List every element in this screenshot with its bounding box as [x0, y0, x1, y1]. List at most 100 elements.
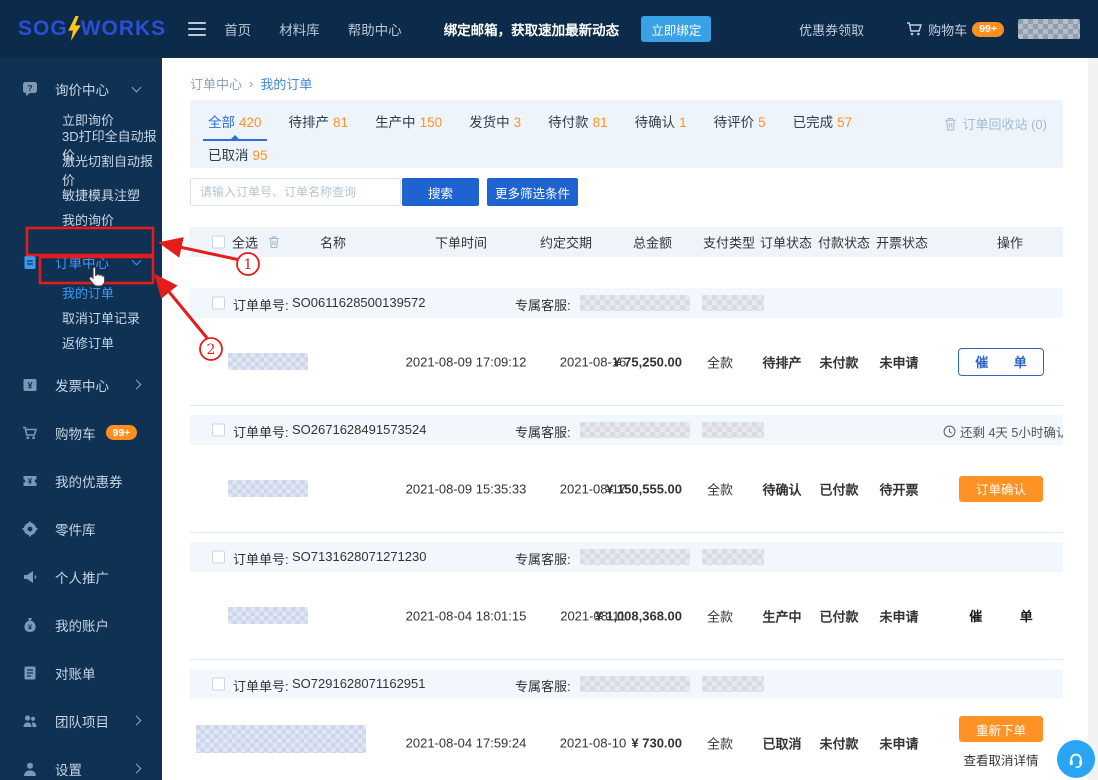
sidebar-item-我的优惠券[interactable]: ¥ 我的优惠券 [0, 462, 162, 499]
order-number: SO0611628500139572 [292, 295, 426, 310]
select-all-label[interactable]: 全选 [232, 233, 258, 252]
sidebar-item-团队项目[interactable]: 团队项目 [0, 702, 162, 739]
clipboard-icon [22, 254, 38, 270]
username-redacted[interactable] [1018, 19, 1080, 39]
order-status: 待排产 [748, 352, 816, 371]
col-order-time: 下单时间 [435, 233, 487, 252]
chevron-right-icon [132, 380, 142, 390]
sidebar-item-设置[interactable]: 设置 [0, 750, 162, 780]
select-all-checkbox[interactable] [212, 236, 225, 249]
nav-link-materials[interactable]: 材料库 [279, 19, 320, 39]
order-card: 订单单号:SO2671628491573524专属客服:还剩 4天 5小时确认订… [190, 415, 1063, 533]
tab-已取消[interactable]: 已取消95 [208, 144, 268, 177]
order-card-body: 2021-08-04 17:59:242021-08-10¥ 730.00全款已… [190, 699, 1063, 780]
order-checkbox[interactable] [212, 424, 225, 437]
confirm-order-button[interactable]: 订单确认 [959, 476, 1043, 502]
view-cancel-detail-link[interactable]: 查看取消详情 [963, 750, 1038, 769]
sidebar-item-订单中心[interactable]: 订单中心 [0, 243, 162, 280]
nav-link-home[interactable]: 首页 [224, 19, 251, 39]
tab-待排产[interactable]: 待排产81 [289, 111, 349, 144]
col-actions: 操作 [997, 233, 1023, 252]
order-amount: ¥ 730.00 [530, 735, 682, 750]
coupon-icon: ¥ [22, 473, 38, 489]
order-number: SO7131628071271230 [292, 549, 426, 564]
sidebar-item-我的订单[interactable]: 我的订单 [0, 280, 162, 305]
scrollbar-track[interactable] [1088, 58, 1098, 780]
sogaworks-logo[interactable]: SOG WORKS [18, 16, 166, 43]
search-button[interactable]: 搜索 [402, 178, 479, 206]
sidebar-item-返修订单[interactable]: 返修订单 [0, 330, 162, 355]
bulk-delete-trash-icon[interactable] [268, 236, 280, 249]
sidebar-item-敏捷模具注塑[interactable]: 敏捷模具注塑 [0, 182, 162, 207]
tab-生产中[interactable]: 生产中150 [375, 111, 442, 144]
tab-已完成[interactable]: 已完成57 [793, 111, 853, 144]
breadcrumb-parent[interactable]: 订单中心 [190, 74, 242, 93]
sidebar-item-label: 询价中心 [55, 79, 109, 99]
customer-service-redacted [580, 295, 690, 311]
trash-icon [944, 117, 957, 131]
tab-待确认[interactable]: 待确认1 [635, 111, 687, 144]
sidebar-item-我的账户[interactable]: ¥我的账户 [0, 606, 162, 643]
order-checkbox[interactable] [212, 297, 225, 310]
tab-发货中[interactable]: 发货中3 [469, 111, 521, 144]
nav-menu: 首页 材料库 帮助中心 [224, 19, 402, 39]
tab-待评价[interactable]: 待评价5 [714, 111, 766, 144]
tabs-row-2: 已取消95 [208, 144, 268, 177]
bind-now-button[interactable]: 立即绑定 [641, 16, 711, 42]
more-filters-button[interactable]: 更多筛选条件 [487, 178, 578, 206]
sidebar-item-对账单[interactable]: 对账单 [0, 654, 162, 691]
tab-label: 已完成 [793, 115, 834, 130]
sidebar-item-询价中心[interactable]: ?询价中心 [0, 70, 162, 107]
sidebar-item-个人推广[interactable]: 个人推广 [0, 558, 162, 595]
sidebar-item-取消订单记录[interactable]: 取消订单记录 [0, 305, 162, 330]
pay-type: 全款 [695, 352, 745, 371]
hamburger-menu-icon[interactable] [188, 22, 206, 37]
breadcrumb-separator: › [249, 76, 253, 91]
breadcrumb: 订单中心 › 我的订单 [190, 74, 312, 93]
tab-全部[interactable]: 全部420 [208, 111, 262, 144]
sidebar-item-label: 我的账户 [55, 615, 109, 635]
pay-type: 全款 [695, 733, 745, 752]
urge-order-button[interactable]: 催 单 [958, 348, 1044, 376]
main-content: 订单中心 › 我的订单 全部420 待排产81 生产中150 发货中3 待付款81 待确认… [162, 58, 1098, 780]
customer-service-chat-button[interactable] [1057, 740, 1095, 778]
col-name: 名称 [320, 233, 346, 252]
tab-label: 待排产 [289, 115, 330, 130]
sidebar-item-购物车[interactable]: 购物车99+ [0, 414, 162, 451]
coupon-claim-link[interactable]: 优惠券领取 [799, 20, 864, 39]
col-pay-status: 付款状态 [818, 233, 870, 252]
chevron-right-icon [132, 716, 142, 726]
order-name-redacted [228, 353, 308, 370]
cart-button[interactable]: 购物车 99+ [906, 20, 1004, 39]
order-number: SO7291628071162951 [292, 676, 426, 691]
sidebar-item-label: 我的订单 [62, 283, 114, 302]
order-checkbox[interactable] [212, 678, 225, 691]
nav-link-help[interactable]: 帮助中心 [348, 19, 402, 39]
order-card: 订单单号:SO7291628071162951专属客服:2021-08-04 1… [190, 669, 1063, 780]
col-invoice-status: 开票状态 [876, 233, 928, 252]
urge-order-text-button[interactable]: 催 单 [969, 606, 1033, 625]
sidebar-cart-badge: 99+ [106, 425, 138, 440]
order-no-label: 订单单号: [233, 676, 289, 695]
sidebar-item-零件库[interactable]: 零件库 [0, 510, 162, 547]
countdown-text: 还剩 4天 5小时确认订 [960, 422, 1063, 441]
logo-text-left: SOG [18, 17, 68, 41]
sidebar-item-发票中心[interactable]: ¥发票中心 [0, 366, 162, 403]
order-checkbox[interactable] [212, 551, 225, 564]
sidebar-item-label: 我的优惠券 [55, 471, 123, 491]
order-search-input[interactable] [190, 178, 401, 206]
order-actions: 催 单 [946, 318, 1056, 405]
tab-待付款[interactable]: 待付款81 [548, 111, 608, 144]
sidebar-item-label: 订单中心 [55, 252, 109, 272]
reorder-button[interactable]: 重新下单 [959, 716, 1043, 742]
sidebar-item-label: 取消订单记录 [62, 308, 140, 327]
order-no-label: 订单单号: [233, 422, 289, 441]
order-list: 订单单号:SO0611628500139572专属客服:2021-08-09 1… [190, 288, 1063, 780]
sidebar-item-label: 设置 [55, 759, 82, 779]
pay-status: 未付款 [808, 733, 870, 752]
sidebar-item-激光切割自动报价[interactable]: 激光切割自动报价 [0, 157, 162, 182]
sidebar-item-我的询价[interactable]: 我的询价 [0, 207, 162, 232]
order-time: 2021-08-04 18:01:15 [385, 608, 547, 623]
order-card-header: 订单单号:SO2671628491573524专属客服:还剩 4天 5小时确认订 [190, 415, 1063, 445]
order-recycle-bin-button[interactable]: 订单回收站 (0) [944, 114, 1047, 133]
